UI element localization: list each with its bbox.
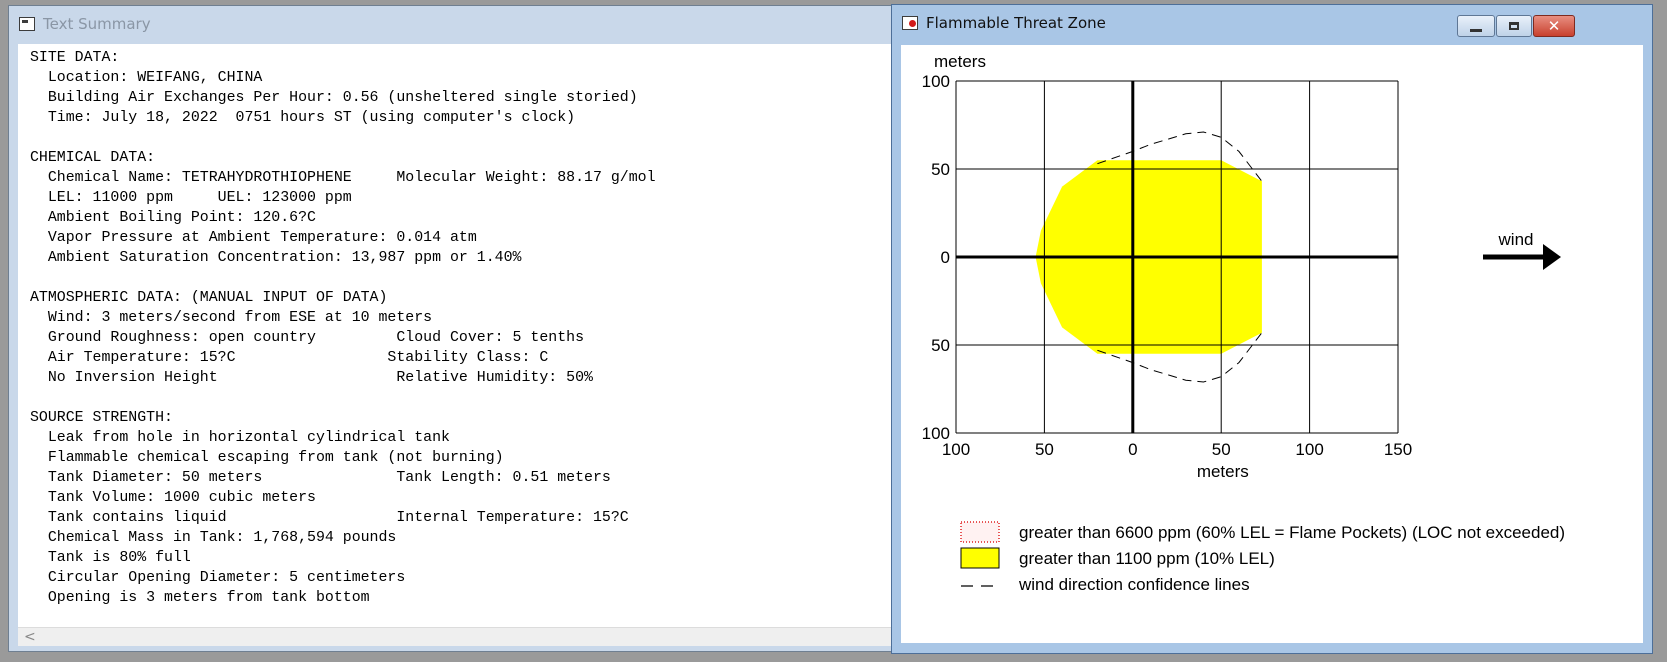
close-icon: ✕ — [1547, 16, 1561, 35]
window-app-icon — [902, 16, 918, 30]
x-tick-label: 50 — [1212, 440, 1231, 459]
window-title: Text Summary — [43, 15, 151, 33]
window-app-icon — [19, 17, 35, 31]
y-axis-label: meters — [934, 52, 986, 71]
y-tick-label: 50 — [931, 336, 950, 355]
x-tick-label: 50 — [1035, 440, 1054, 459]
summary-text-area[interactable]: SITE DATA: Location: WEIFANG, CHINA Buil… — [18, 44, 892, 627]
threat-zone-window: Flammable Threat Zone ✕ 100 50 0 50 100 150 10… — [891, 4, 1653, 654]
y-tick-label: 50 — [931, 160, 950, 179]
x-axis-label: meters — [1197, 462, 1249, 481]
legend-swatch-10-lel — [960, 547, 1000, 569]
y-tick-label: 100 — [922, 424, 950, 443]
wind-arrow-icon — [1543, 244, 1561, 270]
scroll-left-arrow-icon[interactable]: < — [24, 628, 36, 646]
legend-label: greater than 6600 ppm (60% LEL = Flame P… — [1019, 523, 1565, 542]
x-tick-label: 100 — [1295, 440, 1323, 459]
legend-swatch-flame-pockets — [960, 521, 1000, 543]
text-summary-window: Text Summary SITE DATA: Location: WEIFAN… — [8, 5, 893, 652]
threat-zone-plot-area: 100 50 0 50 100 150 100 50 0 50 100 meters meters win… — [901, 45, 1643, 643]
legend-label: greater than 1100 ppm (10% LEL) — [1019, 549, 1275, 568]
x-tick-label: 0 — [1128, 440, 1137, 459]
minimize-button[interactable] — [1457, 15, 1495, 37]
window-title: Flammable Threat Zone — [926, 14, 1106, 32]
legend-label: wind direction confidence lines — [1018, 575, 1250, 594]
horizontal-scrollbar[interactable]: < — [18, 627, 892, 646]
maximize-button[interactable] — [1496, 15, 1532, 37]
y-tick-label: 100 — [922, 72, 950, 91]
text-summary-titlebar[interactable]: Text Summary — [9, 6, 892, 42]
y-tick-label: 0 — [941, 248, 950, 267]
summary-text: SITE DATA: Location: WEIFANG, CHINA Buil… — [30, 50, 656, 606]
maximize-icon — [1509, 22, 1519, 30]
wind-label: wind — [1498, 230, 1534, 249]
close-button[interactable]: ✕ — [1533, 15, 1575, 37]
x-tick-label: 150 — [1384, 440, 1412, 459]
minimize-icon — [1470, 28, 1482, 32]
threat-zone-chart: 100 50 0 50 100 15010050050100metersmeterswin… — [922, 52, 1565, 594]
